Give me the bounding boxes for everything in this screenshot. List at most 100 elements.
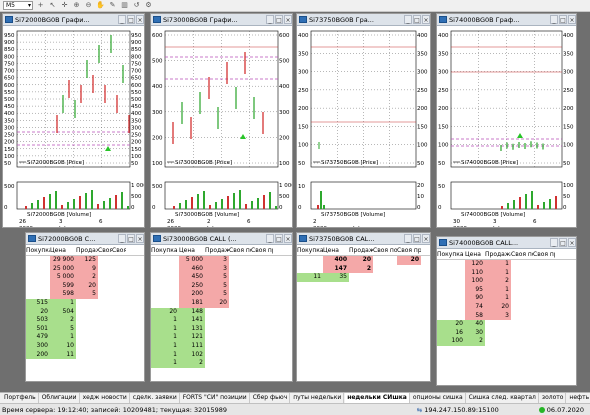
orderbook-titlebar[interactable]: Si73000BG0B CALL (... _ □ × xyxy=(151,233,292,245)
bid-row[interactable]: 20 504 xyxy=(26,307,144,317)
bid-row[interactable]: 503 2 xyxy=(26,316,144,325)
close-button[interactable]: × xyxy=(136,234,144,243)
tab-2[interactable]: хедж новости xyxy=(81,393,130,403)
tab-9[interactable]: Сишка след. квартал xyxy=(467,393,539,403)
minimize-button[interactable]: _ xyxy=(550,15,558,24)
tab-1[interactable]: Облигации xyxy=(40,393,80,403)
pencil-icon[interactable]: ✎ xyxy=(108,1,117,10)
close-button[interactable]: × xyxy=(568,238,576,247)
ask-row[interactable]: 460 3 xyxy=(151,264,292,274)
price-volume-chart[interactable]: 400 400 350 350 300 300 250 250 200 200 150 150 100 1… xyxy=(297,27,430,227)
ask-row[interactable]: 29 900 125 xyxy=(26,256,144,265)
ask-row[interactable]: 74 20 xyxy=(437,302,576,312)
tab-11[interactable]: нефть xyxy=(567,393,590,403)
chart-window-si73000[interactable]: Si73000BG0B Графи... _ □ × 600 600 500 500 400 4… xyxy=(150,13,293,228)
orderbook-titlebar[interactable]: Si72000BG0B C... _ □ × xyxy=(26,233,144,245)
minimize-button[interactable]: _ xyxy=(550,238,558,247)
ask-row[interactable]: 90 1 xyxy=(437,294,576,303)
close-button[interactable]: × xyxy=(284,15,292,24)
orderbook-table[interactable]: ПокупкаЦенаПродажаСвоя поСвоя пр29 90012… xyxy=(26,246,144,381)
close-button[interactable]: × xyxy=(422,15,430,24)
maximize-button[interactable]: □ xyxy=(413,15,421,24)
tab-0[interactable]: Портфель xyxy=(2,393,39,403)
ask-row[interactable]: 110 1 xyxy=(437,268,576,278)
bid-row[interactable]: 100 2 xyxy=(437,337,576,346)
arrow-icon[interactable]: ↖ xyxy=(48,1,57,10)
ask-row[interactable]: 200 5 xyxy=(151,290,292,299)
close-button[interactable]: × xyxy=(568,15,576,24)
ask-row[interactable]: 25 000 9 xyxy=(26,264,144,274)
tab-6[interactable]: путы недельки xyxy=(291,393,345,403)
bid-row[interactable]: 1 102 xyxy=(151,350,292,360)
bars-icon[interactable]: ▥ xyxy=(120,1,129,10)
orderbook-titlebar[interactable]: Si73750BG0B CAL... _ □ × xyxy=(297,233,430,245)
maximize-button[interactable]: □ xyxy=(275,15,283,24)
minimize-button[interactable]: _ xyxy=(266,234,274,243)
crosshair-icon[interactable]: ✛ xyxy=(60,1,69,10)
tab-5[interactable]: Сбер фьюч xyxy=(251,393,291,403)
chart-window-titlebar[interactable]: Si72000BG0B Графи... _ □ × xyxy=(3,14,144,26)
bid-row[interactable]: 501 5 xyxy=(26,324,144,334)
maximize-button[interactable]: □ xyxy=(413,234,421,243)
ask-row[interactable]: 5 000 3 xyxy=(151,256,292,265)
close-button[interactable]: × xyxy=(284,234,292,243)
ask-row[interactable]: 181 20 xyxy=(151,298,292,308)
bid-row[interactable]: 1 141 xyxy=(151,316,292,325)
bid-row[interactable]: 300 10 xyxy=(26,341,144,351)
chart-window-si74000[interactable]: Si74000BG0B Граф... _ □ × 400 400 350 350 300 30… xyxy=(436,13,577,228)
maximize-button[interactable]: □ xyxy=(127,234,135,243)
ask-row[interactable]: 95 1 xyxy=(437,285,576,295)
orderbook-titlebar[interactable]: Si74000BG0B CALL... _ □ × xyxy=(437,237,576,249)
bid-row[interactable]: 16 30 xyxy=(437,328,576,338)
orderbook-window-si73000[interactable]: Si73000BG0B CALL (... _ □ × Покупка Цена Прод… xyxy=(150,232,293,382)
undo-icon[interactable]: ↺ xyxy=(132,1,141,10)
chart-window-si72000[interactable]: Si72000BG0B Графи... _ □ × 950 950 900 900 850 8… xyxy=(2,13,145,228)
bid-row[interactable]: 1 121 xyxy=(151,333,292,342)
ask-row[interactable]: 58 3 xyxy=(437,311,576,321)
hand-icon[interactable]: ✋ xyxy=(96,1,105,10)
ask-row[interactable]: 400 20 20 xyxy=(297,256,430,265)
minimize-button[interactable]: _ xyxy=(266,15,274,24)
ask-row[interactable]: 100 2 xyxy=(437,277,576,286)
maximize-button[interactable]: □ xyxy=(559,15,567,24)
ask-row[interactable]: 599 20 xyxy=(26,281,144,291)
ask-row[interactable]: 147 2 xyxy=(297,264,430,274)
ask-row[interactable]: 120 1 xyxy=(437,260,576,269)
maximize-button[interactable]: □ xyxy=(559,238,567,247)
bid-row[interactable]: 515 1 xyxy=(26,298,144,308)
orderbook-table[interactable]: ПокупкаЦенаПродажаСвоя поСвоя пр12011101… xyxy=(437,250,576,385)
minimize-button[interactable]: _ xyxy=(404,15,412,24)
price-volume-chart[interactable]: 400 400 350 350 300 300 250 250 200 200 150 150 100 1… xyxy=(437,27,576,227)
ask-row[interactable]: 250 5 xyxy=(151,281,292,291)
orderbook-window-si72000[interactable]: Si72000BG0B C..._□× ПокупкаЦенаПродажаСв… xyxy=(25,232,145,382)
bid-row[interactable]: 11 35 xyxy=(297,273,430,282)
minimize-button[interactable]: _ xyxy=(118,234,126,243)
chart-window-titlebar[interactable]: Si73750BG0B Гра... _ □ × xyxy=(297,14,430,26)
bid-row[interactable]: 200 11 xyxy=(26,350,144,360)
close-button[interactable]: × xyxy=(136,15,144,24)
bid-row[interactable]: 1 131 xyxy=(151,324,292,334)
tab-10[interactable]: золото xyxy=(540,393,567,403)
orderbook-table[interactable]: ПокупкаЦена ПродажаСвоя поСвоя пр 5 000346… xyxy=(151,246,292,381)
bid-row[interactable]: 1 111 xyxy=(151,341,292,351)
minimize-button[interactable]: _ xyxy=(118,15,126,24)
tab-7[interactable]: недельки СИшка xyxy=(345,393,410,403)
bid-row[interactable]: 12 xyxy=(151,359,292,368)
settings-icon[interactable]: ⚙ xyxy=(144,1,153,10)
ask-row[interactable]: 598 5 xyxy=(26,290,144,299)
timeframe-select[interactable]: M5 xyxy=(3,1,33,10)
ask-row[interactable]: 450 5 xyxy=(151,273,292,282)
chart-window-titlebar[interactable]: Si73000BG0B Графи... _ □ × xyxy=(151,14,292,26)
tab-8[interactable]: опционы сишка xyxy=(411,393,466,403)
maximize-button[interactable]: □ xyxy=(275,234,283,243)
close-button[interactable]: × xyxy=(422,234,430,243)
price-volume-chart[interactable]: 600 600 500 500 400 400 300 300 200 200 100 100 Si73… xyxy=(151,27,292,227)
tab-3[interactable]: сделк. заявки xyxy=(131,393,180,403)
chart-window-si73750[interactable]: Si73750BG0B Гра... _ □ × 400 400 350 350 300 300… xyxy=(296,13,431,228)
minimize-button[interactable]: _ xyxy=(404,234,412,243)
price-volume-chart[interactable]: 950 950 900 900 850 850 800 800 750 750 700 700 650 6… xyxy=(3,27,144,227)
maximize-button[interactable]: □ xyxy=(127,15,135,24)
orderbook-window-si73750[interactable]: Si73750BG0B CAL... _□× ПокупкаЦена Продажа… xyxy=(296,232,431,382)
zoom-out-icon[interactable]: ⊖ xyxy=(84,1,93,10)
orderbook-table[interactable]: ПокупкаЦенаПродажаСвоя поСвоя пр40020201… xyxy=(297,246,430,381)
